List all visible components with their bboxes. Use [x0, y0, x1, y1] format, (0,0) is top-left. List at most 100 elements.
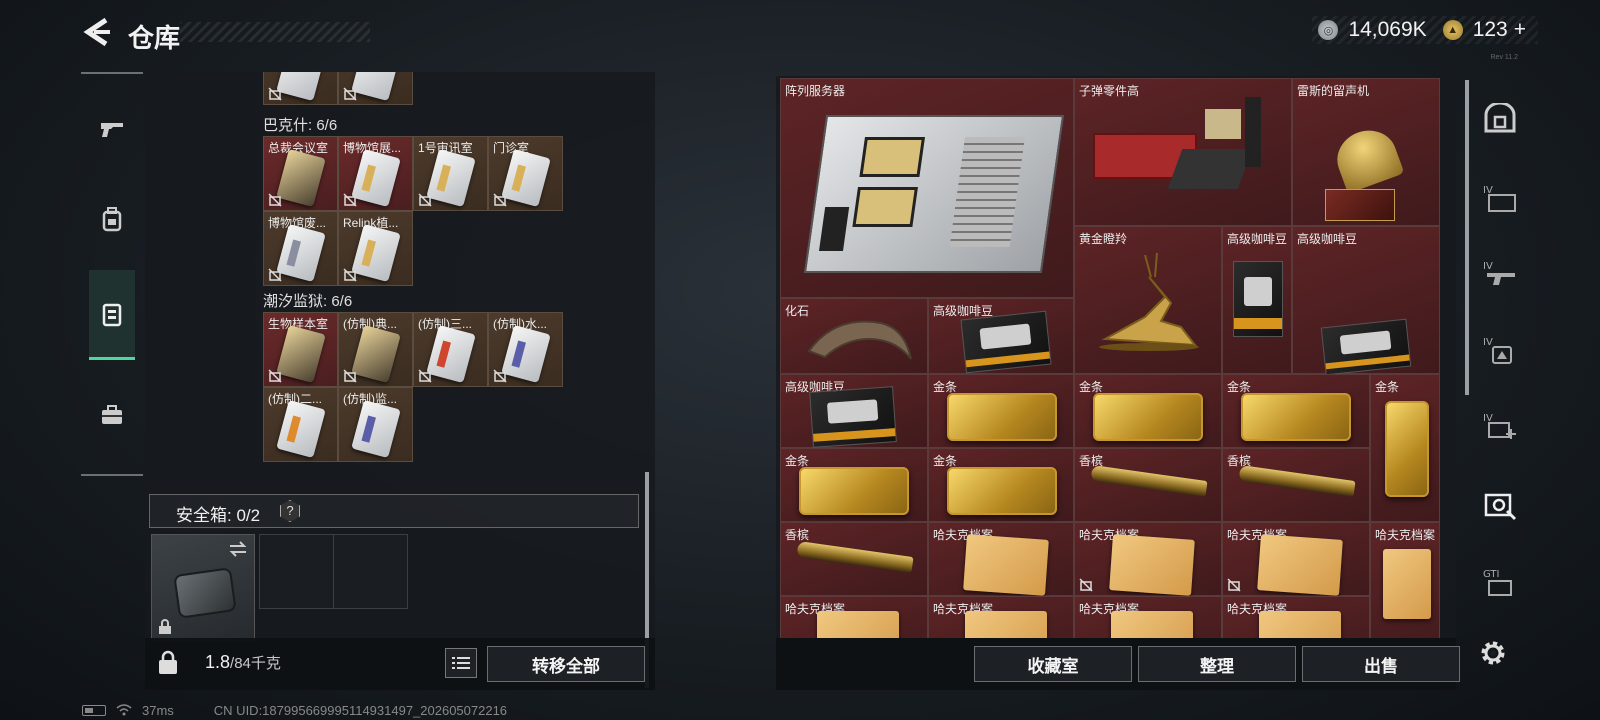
- nav-briefcase[interactable]: [89, 370, 135, 460]
- inventory-item[interactable]: (仿制)水...: [488, 312, 563, 387]
- inventory-item[interactable]: 博物馆废...: [263, 211, 338, 286]
- inventory-item[interactable]: (仿制)三...: [413, 312, 488, 387]
- warehouse-item[interactable]: 哈夫克档案: [928, 596, 1074, 638]
- weight-current: 1.8: [205, 652, 231, 672]
- warehouse-item[interactable]: 金条: [1222, 374, 1370, 448]
- keycard-image: [351, 223, 401, 283]
- inventory-item[interactable]: [263, 72, 338, 105]
- list-view-button[interactable]: [445, 648, 477, 678]
- transfer-all-button[interactable]: 转移全部: [487, 646, 645, 682]
- version-text: Rev 11.2: [1490, 54, 1519, 61]
- warehouse-item[interactable]: 香槟: [1222, 448, 1370, 522]
- inventory-item[interactable]: Relink植...: [338, 211, 413, 286]
- no-insure-icon: [343, 369, 357, 383]
- back-arrow-icon[interactable]: [82, 16, 112, 48]
- tab-photo[interactable]: [1478, 478, 1522, 534]
- inventory-item[interactable]: 1号审讯室: [413, 136, 488, 211]
- settings-gear-icon[interactable]: [1478, 638, 1508, 668]
- weight-icon: [159, 650, 177, 674]
- tab-vault[interactable]: [1478, 90, 1522, 146]
- warehouse-item[interactable]: 高级咖啡豆: [928, 298, 1074, 374]
- keycard-image: [276, 148, 326, 208]
- warehouse-item[interactable]: 金条: [928, 448, 1074, 522]
- gold-bar-image: [947, 393, 1057, 441]
- no-insure-icon: [343, 268, 357, 282]
- item-name: 黄金瞪羚: [1079, 232, 1128, 246]
- no-insure-icon: [268, 193, 282, 207]
- page-title: 仓库: [128, 23, 181, 53]
- inventory-item[interactable]: [338, 72, 413, 105]
- warehouse-item[interactable]: 哈夫克档案: [1370, 522, 1440, 638]
- nav-backpack[interactable]: [89, 174, 135, 264]
- safe-slot-empty[interactable]: [259, 534, 334, 609]
- gun-icon: [101, 123, 123, 137]
- tab-warehouse-3[interactable]: IV: [1478, 322, 1522, 378]
- warehouse-item[interactable]: 阵列服务器: [780, 78, 1074, 298]
- warehouse-scrollbar[interactable]: [1465, 80, 1469, 395]
- document-folder-image: [1257, 534, 1343, 596]
- sell-button[interactable]: 出售: [1302, 646, 1460, 682]
- warehouse-item[interactable]: 哈夫克档案: [928, 522, 1074, 596]
- inventory-item[interactable]: 生物样本室: [263, 312, 338, 387]
- warehouse-item[interactable]: 金条: [780, 448, 928, 522]
- coin-icon: ◎: [1318, 20, 1339, 40]
- backpack-icon: [102, 207, 122, 232]
- collection-room-button[interactable]: 收藏室: [974, 646, 1132, 682]
- inventory-item[interactable]: (仿制)二...: [263, 387, 338, 462]
- inventory-item[interactable]: 博物馆展...: [338, 136, 413, 211]
- help-icon[interactable]: ?: [280, 500, 300, 522]
- warehouse-item[interactable]: 哈夫克档案: [1222, 522, 1370, 596]
- keycard-image: [276, 399, 326, 459]
- tab-warehouse-4[interactable]: IV: [1478, 398, 1522, 454]
- warehouse-item[interactable]: 子弹零件高: [1074, 78, 1292, 226]
- item-name: 高级咖啡豆: [1227, 232, 1288, 246]
- tab-warehouse-2[interactable]: IV: [1478, 246, 1522, 302]
- nav-weapons[interactable]: [89, 84, 135, 174]
- vault-icon: [1484, 103, 1516, 133]
- warehouse-item[interactable]: 高级咖啡豆: [1292, 226, 1440, 376]
- warehouse-grid[interactable]: 阵列服务器 子弹零件高 雷斯的留声机 黄金瞪羚 高级咖啡豆 化石 高级咖啡豆 高…: [780, 78, 1444, 638]
- safe-box-header: 安全箱: 0/2 ?: [149, 494, 639, 528]
- keycard-image: [351, 148, 401, 208]
- safe-slot-empty[interactable]: [333, 534, 408, 609]
- inventory-item[interactable]: 总裁会议室: [263, 136, 338, 211]
- inventory-item[interactable]: 门诊室: [488, 136, 563, 211]
- warehouse-item[interactable]: 香槟: [1074, 448, 1222, 522]
- warehouse-item[interactable]: 高级咖啡豆: [1222, 226, 1292, 374]
- gazelle-image: [1099, 252, 1199, 351]
- warehouse-item[interactable]: 雷斯的留声机: [1292, 78, 1440, 226]
- document-folder-image: [817, 611, 899, 638]
- warehouse-item[interactable]: 哈夫克档案: [1074, 596, 1222, 638]
- inventory-item[interactable]: (仿制)监...: [338, 387, 413, 462]
- medkit-tab-icon: IV: [1483, 413, 1516, 439]
- warehouse-item[interactable]: 金条: [1370, 374, 1440, 522]
- safe-case-image: [173, 567, 237, 619]
- warehouse-item[interactable]: 黄金瞪羚: [1074, 226, 1222, 374]
- warehouse-item[interactable]: 香槟: [780, 522, 928, 596]
- warehouse-item[interactable]: 哈夫克档案: [1222, 596, 1370, 638]
- status-bar: 37ms CN UID:187995669995114931497_202605…: [82, 702, 507, 718]
- keycard-image: [426, 148, 476, 208]
- warehouse-item[interactable]: 高级咖啡豆: [780, 374, 928, 448]
- warehouse-item[interactable]: 金条: [928, 374, 1074, 448]
- tab-gti[interactable]: GTI: [1478, 554, 1522, 610]
- keycard-image: [276, 324, 326, 384]
- warehouse-item[interactable]: 哈夫克档案: [1074, 522, 1222, 596]
- photo-icon: [1484, 493, 1517, 521]
- swap-icon[interactable]: [228, 541, 248, 557]
- item-name: 阵列服务器: [785, 84, 846, 98]
- add-currency-button[interactable]: +: [1514, 18, 1526, 42]
- safe-box-slot[interactable]: [151, 534, 255, 642]
- organize-button[interactable]: 整理: [1138, 646, 1296, 682]
- inventory-item[interactable]: (仿制)典...: [338, 312, 413, 387]
- nav-chest-rig[interactable]: [89, 270, 135, 360]
- document-folder-image: [963, 534, 1049, 596]
- warehouse-item[interactable]: 化石: [780, 298, 928, 374]
- tab-warehouse-1[interactable]: IV: [1478, 170, 1522, 226]
- inventory-scroll-area[interactable]: 巴克什: 6/6 总裁会议室 博物馆展... 1号审讯室 门诊室 博物馆废...: [145, 72, 655, 482]
- svg-text:IV: IV: [1483, 337, 1493, 348]
- champagne-image: [796, 541, 914, 573]
- warehouse-item[interactable]: 哈夫克档案: [780, 596, 928, 638]
- warehouse-item[interactable]: 金条: [1074, 374, 1222, 448]
- gold-bar-image: [1385, 401, 1429, 497]
